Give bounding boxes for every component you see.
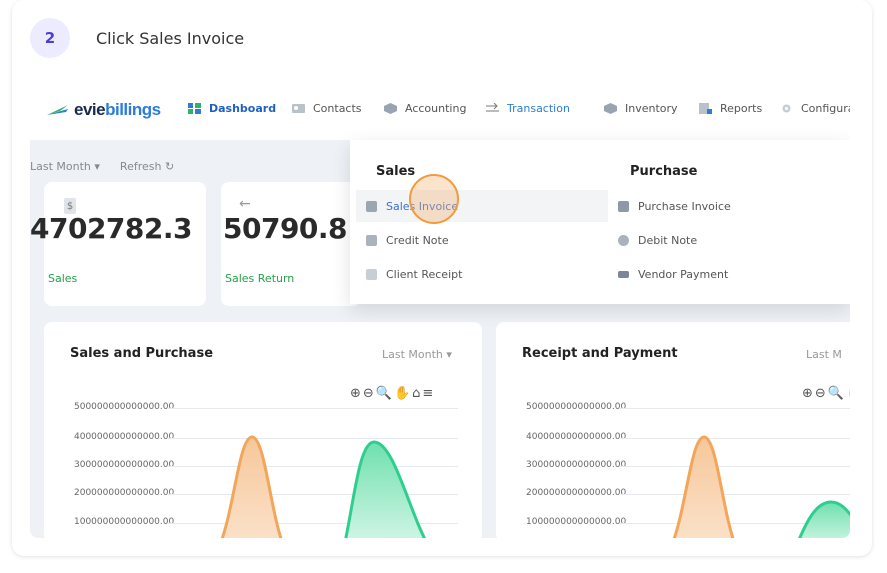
menu-item-purchase-invoice[interactable]: Purchase Invoice	[608, 190, 844, 222]
inventory-icon	[604, 103, 617, 114]
kpi-value-sales-return: 50790.8	[223, 212, 348, 245]
chevron-down-icon: ▾	[94, 160, 100, 173]
transaction-icon	[486, 103, 499, 112]
nav-transaction[interactable]: Transaction	[486, 102, 570, 115]
nav-configuration[interactable]: Configurati	[780, 102, 850, 115]
step-header: 2 Click Sales Invoice	[30, 18, 244, 58]
credit-note-icon	[366, 234, 377, 246]
receipt-area	[672, 435, 735, 538]
logo-swoosh-icon	[47, 105, 68, 115]
arrow-left-icon: ←	[239, 196, 251, 212]
step-number: 2	[30, 18, 70, 58]
kpi-value-sales: 4702782.3	[30, 212, 193, 245]
reports-icon	[699, 103, 712, 114]
kpi-label-sales: Sales	[48, 272, 78, 285]
refresh-icon: ↻	[164, 160, 175, 173]
step-instruction: Click Sales Invoice	[96, 28, 245, 48]
click-target-indicator	[409, 174, 459, 224]
nav-accounting[interactable]: Accounting	[384, 102, 466, 115]
menu-item-sales-invoice[interactable]: Sales Invoice	[356, 190, 608, 222]
brand-name: eviebillings	[74, 100, 161, 119]
nav-dashboard[interactable]: Dashboard	[188, 102, 276, 115]
sales-column-title: Sales	[376, 164, 416, 179]
accounting-icon	[384, 103, 397, 114]
period-filter[interactable]: Last Month ▾	[30, 160, 100, 173]
menu-item-vendor-payment[interactable]: Vendor Payment	[608, 258, 844, 290]
app-screenshot: eviebillings Dashboard Contacts Accounti…	[30, 82, 850, 538]
kpi-tile-sales-return[interactable]: ← 50790.8 Sales Return	[221, 182, 361, 306]
kpi-tile-sales[interactable]: $ 4702782.3 Sales	[30, 182, 206, 306]
dashboard-filters: Last Month ▾ Refresh ↻	[30, 160, 174, 173]
sales-area	[220, 435, 283, 538]
brand-logo[interactable]: eviebillings	[46, 100, 161, 120]
debit-note-icon	[618, 234, 629, 246]
purchase-invoice-icon	[618, 200, 629, 212]
configuration-icon	[782, 104, 791, 113]
card-icon	[618, 270, 629, 278]
receipt-payment-area-chart	[672, 435, 850, 538]
purchase-area	[344, 440, 427, 538]
panel-sales-and-purchase: Sales and Purchase Last Month ▾ ⊕⊖🔍✋⌂≡ 5…	[44, 322, 482, 538]
kpi-label-sales-return: Sales Return	[225, 272, 295, 285]
menu-item-credit-note[interactable]: Credit Note	[356, 224, 608, 256]
purchase-column-title: Purchase	[630, 164, 698, 179]
contacts-icon	[292, 104, 305, 113]
tutorial-step-card: 2 Click Sales Invoice eviebillings Dashb…	[12, 0, 872, 556]
nav-reports[interactable]: Reports	[699, 102, 762, 115]
invoice-icon	[366, 200, 377, 212]
nav-inventory[interactable]: Inventory	[604, 102, 678, 115]
payment-area	[798, 500, 850, 538]
panel-receipt-and-payment: Receipt and Payment Last M ⊕⊖🔍✋⌂≡ 500000…	[496, 322, 850, 538]
nav-contacts[interactable]: Contacts	[292, 102, 362, 115]
sales-purchase-area-chart	[220, 435, 427, 538]
menu-item-debit-note[interactable]: Debit Note	[608, 224, 844, 256]
menu-item-client-receipt[interactable]: Client Receipt	[356, 258, 608, 290]
receipt-icon	[366, 268, 377, 280]
refresh-button[interactable]: Refresh ↻	[120, 160, 174, 173]
top-navbar: eviebillings Dashboard Contacts Accounti…	[30, 82, 850, 140]
dashboard-icon	[188, 103, 201, 114]
